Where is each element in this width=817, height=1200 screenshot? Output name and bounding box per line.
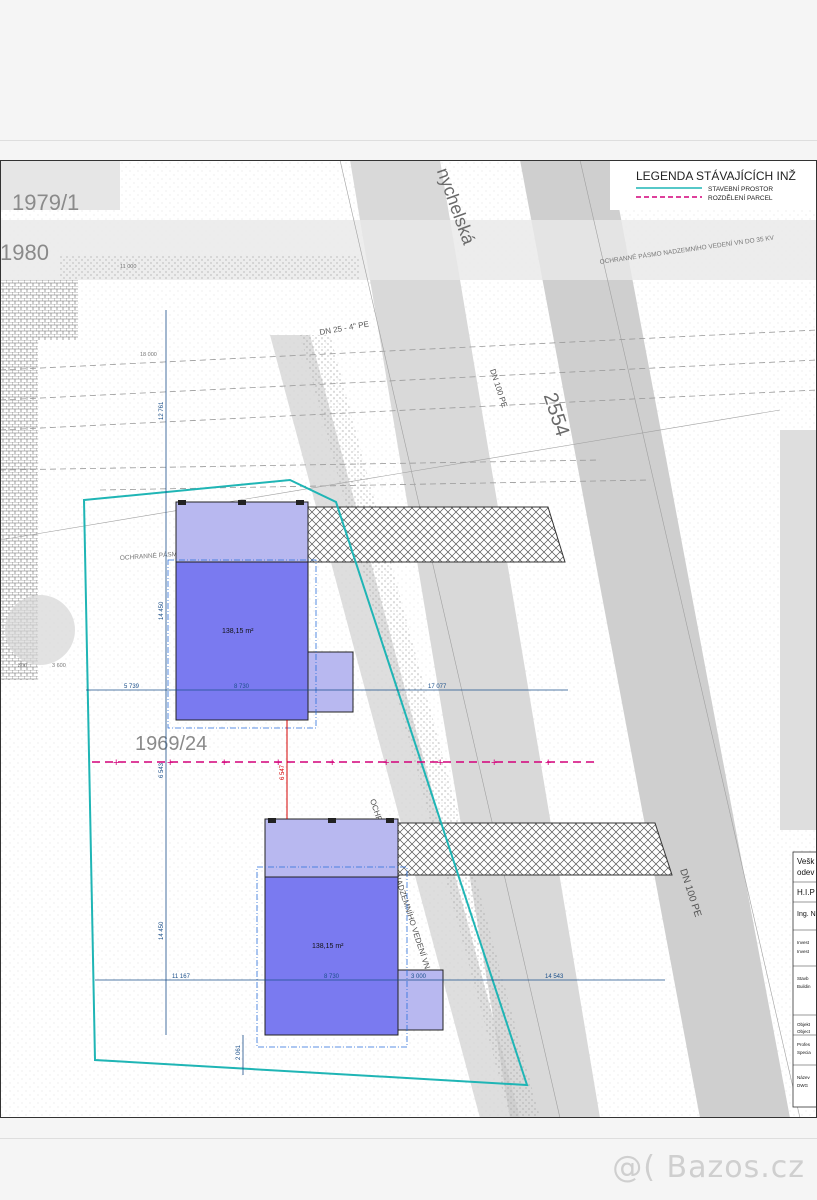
building-1-area: 138,15 m² [222, 628, 254, 635]
legend-title: LEGENDA STÁVAJÍCÍCH INŽ [636, 168, 796, 183]
legend-item-rozdeleni: ROZDĚLENÍ PARCEL [708, 193, 773, 202]
dim-3600: 3 600 [52, 663, 66, 669]
dim-12761: 12 761 [159, 401, 165, 420]
band-dotted [60, 255, 360, 280]
building-2-porch [264, 818, 399, 878]
dim-8730-lower: 8 730 [324, 974, 340, 980]
building-2-marker [386, 818, 394, 823]
legend-item-stavebni: STAVEBNÍ PROSTOR [708, 184, 773, 193]
existing-structure-small [38, 280, 78, 340]
dim-14450-upper: 14 450 [159, 601, 165, 620]
building-2-marker [328, 818, 336, 823]
title-row-3: H.I.P [797, 888, 815, 897]
title-row-14: DWG [797, 1083, 808, 1088]
title-row-1: Vešk [797, 857, 815, 866]
watermark-logo: @( Bazos.cz [612, 1150, 805, 1185]
title-row-12: Specia [797, 1050, 811, 1055]
svg-text:+: + [113, 757, 119, 769]
dim-6547: 6 547 [280, 764, 286, 780]
building-1-marker [296, 500, 304, 505]
title-row-11: Profes [797, 1042, 811, 1047]
building-1 [175, 561, 309, 721]
title-row-9: Objekt [797, 1022, 811, 1027]
dim-5739: 5 739 [124, 684, 140, 690]
existing-building-right [780, 430, 817, 830]
parcel-label-1980: 1980 [0, 240, 49, 265]
driveway-lower [397, 822, 673, 876]
dim-6543: 6 543 [159, 762, 165, 778]
svg-text:+: + [545, 757, 551, 769]
svg-text:+: + [221, 757, 227, 769]
dim-8730-upper: 8 730 [234, 684, 250, 690]
building-1-marker [238, 500, 246, 505]
building-2 [264, 876, 399, 1036]
svg-text:+: + [383, 757, 389, 769]
bottom-divider [0, 1138, 817, 1139]
title-row-4: Ing. N [797, 911, 816, 918]
title-row-13: Název [797, 1075, 811, 1080]
title-row-7: Stavb [797, 976, 809, 981]
dim-3000: 3 000 [411, 974, 427, 980]
parcel-label-1969-24: 1969/24 [135, 733, 207, 755]
title-row-8: Buildin [797, 984, 811, 989]
top-divider [0, 140, 817, 141]
svg-text:+: + [437, 757, 443, 769]
dim-17077: 17 077 [428, 684, 447, 690]
dim-2061: 2 061 [236, 1044, 242, 1060]
building-1-porch [175, 501, 309, 563]
building-2-marker [268, 818, 276, 823]
dim-11000: 11 000 [120, 264, 136, 270]
dim-14450-lower: 14 450 [159, 921, 165, 940]
title-row-10: Object [797, 1029, 811, 1034]
svg-text:+: + [167, 757, 173, 769]
svg-text:+: + [329, 757, 335, 769]
dim-14543: 14 543 [545, 974, 564, 980]
legend-box [610, 160, 817, 210]
building-2-area: 138,15 m² [312, 943, 344, 950]
site-plan-image: LEGENDA STÁVAJÍCÍCH INŽ STAVEBNÍ PROSTOR… [0, 160, 817, 1118]
dim-300: 300 [18, 663, 27, 669]
title-row-6: Invest [797, 949, 810, 954]
tree-left [5, 595, 75, 665]
dim-18000: 18 000 [140, 352, 157, 358]
title-block: Vešk odev H.I.P Ing. N Invest Invest Sta… [792, 851, 817, 1108]
title-row-5: Invest [797, 940, 810, 945]
dim-11167: 11 167 [172, 974, 191, 980]
top-blank-area [0, 0, 817, 140]
parcel-label-1979-1: 1979/1 [12, 190, 79, 215]
svg-text:+: + [491, 757, 497, 769]
title-row-2: odev [797, 868, 814, 877]
building-1-annex [307, 651, 354, 713]
building-1-marker [178, 500, 186, 505]
